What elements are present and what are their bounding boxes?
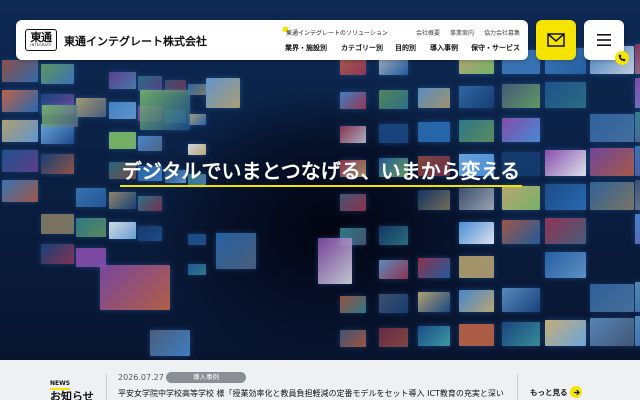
news-bar: NEWS お知らせ 2026.07.27 導入事例 平安女学院中学校高等学校 様… bbox=[0, 360, 640, 400]
phone-button[interactable] bbox=[615, 51, 629, 65]
nav-category[interactable]: カテゴリー別 bbox=[341, 43, 383, 53]
util-link-partners[interactable]: 協力会社募集 bbox=[484, 28, 520, 37]
nav-purpose[interactable]: 目的別 bbox=[395, 43, 416, 53]
nav-maintenance[interactable]: 保守・サービス bbox=[471, 43, 520, 53]
util-link-business[interactable]: 事業案内 bbox=[450, 28, 474, 37]
news-more-link[interactable]: もっと見る bbox=[530, 387, 568, 398]
catch-underline bbox=[120, 185, 522, 187]
nav-case-studies[interactable]: 導入事例 bbox=[430, 43, 458, 53]
hero-catchphrase: デジタルでいまとつなげる、いまから変える bbox=[122, 159, 520, 183]
news-label-ja: お知らせ bbox=[50, 390, 94, 400]
phone-icon bbox=[618, 54, 626, 62]
news-title-link[interactable]: 平安女学院中学校高等学校 様「授業効率化と教員負担軽減の定番モデルをセット導入 … bbox=[118, 388, 508, 399]
news-divider-left bbox=[106, 374, 107, 400]
envelope-icon bbox=[547, 33, 565, 47]
site-header: 東通 INTEGRATE 東通インテグレート株式会社 東通インテグレートのソリュ… bbox=[16, 20, 528, 60]
contact-mail-button[interactable] bbox=[536, 20, 576, 60]
arrow-right-icon[interactable] bbox=[570, 386, 582, 398]
logo-sub: INTEGRATE bbox=[30, 43, 52, 47]
solution-link[interactable]: 東通インテグレートのソリューション bbox=[286, 28, 388, 37]
util-link-company[interactable]: 会社概要 bbox=[416, 28, 440, 37]
news-category-badge: 導入事例 bbox=[166, 372, 246, 383]
news-date: 2026.07.27 bbox=[118, 373, 164, 382]
site-logo[interactable]: 東通 INTEGRATE bbox=[25, 29, 57, 51]
company-name[interactable]: 東通インテグレート株式会社 bbox=[64, 33, 207, 49]
news-divider-right bbox=[517, 374, 518, 400]
logo-kanji: 東通 bbox=[30, 31, 53, 44]
hamburger-icon bbox=[597, 34, 611, 46]
nav-industry[interactable]: 業界・施設別 bbox=[285, 43, 327, 53]
